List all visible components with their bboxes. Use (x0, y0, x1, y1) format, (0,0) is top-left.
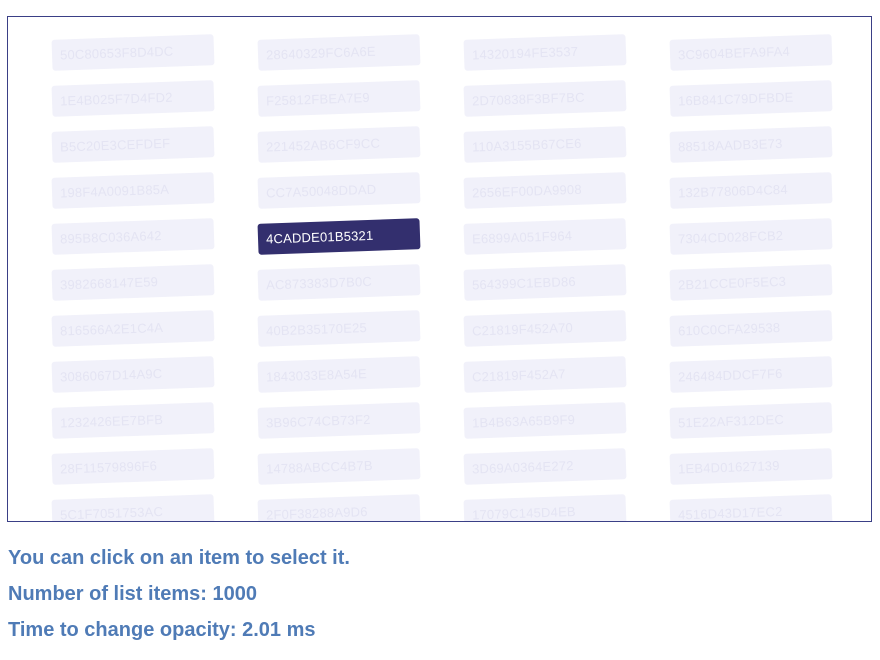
list-item[interactable]: 221452AB6CF9CC (257, 126, 421, 163)
list-item[interactable]: 3982668147E59 (51, 264, 215, 301)
list-item[interactable]: E6899A051F964 (463, 218, 627, 255)
list-item[interactable]: 14320194FE3537 (463, 34, 627, 71)
list-container[interactable]: 50C80653F8D4DC 28640329FC6A6E 14320194FE35… (7, 16, 872, 522)
list-item[interactable]: 14788ABCC4B7B (257, 448, 421, 485)
list-item[interactable]: 1843033E8A54E (257, 356, 421, 393)
list-item[interactable]: 1EB4D01627139 (669, 448, 833, 485)
list-item[interactable]: 3B96C74CB73F2 (257, 402, 421, 439)
item-count-text: Number of list items: 1000 (8, 583, 257, 605)
list-item[interactable]: 246484DDCF7F6 (669, 356, 833, 393)
instruction-text: You can click on an item to select it. (8, 547, 350, 569)
list-item[interactable]: 1232426EE7BFB (51, 402, 215, 439)
list-item[interactable]: F25812FBEA7E9 (257, 80, 421, 117)
list-item[interactable]: CC7A50048DDAD (257, 172, 421, 209)
list-item[interactable]: 51E22AF312DEC (669, 402, 833, 439)
list-item[interactable]: 28640329FC6A6E (257, 34, 421, 71)
list-item[interactable]: 5C1F7051753AC (51, 494, 215, 521)
list-item[interactable]: 3086067D14A9C (51, 356, 215, 393)
list-item[interactable]: 16B841C79DFBDE (669, 80, 833, 117)
list-item[interactable]: 1B4B63A65B9F9 (463, 402, 627, 439)
list-item[interactable]: 564399C1EBD86 (463, 264, 627, 301)
list-item[interactable]: 7304CD028FCB2 (669, 218, 833, 255)
info-panel: You can click on an item to select it. N… (8, 540, 350, 648)
list-item[interactable]: 895B8C036A642 (51, 218, 215, 255)
list-item[interactable]: 40B2B35170E25 (257, 310, 421, 347)
list-item[interactable]: 816566A2E1C4A (51, 310, 215, 347)
list-item[interactable]: B5C20E3CEFDEF (51, 126, 215, 163)
list-item[interactable]: 2B21CCE0F5EC3 (669, 264, 833, 301)
list-item[interactable]: 2656EF00DA9908 (463, 172, 627, 209)
list-item[interactable]: 610C0CFA29538 (669, 310, 833, 347)
list-item[interactable]: C21819F452A70 (463, 310, 627, 347)
list-item[interactable]: 3C9604BEFA9FA4 (669, 34, 833, 71)
timing-text: Time to change opacity: 2.01 ms (8, 619, 316, 641)
list-item[interactable]: 17079C145D4EB (463, 494, 627, 521)
list-item[interactable]: 1E4B025F7D4FD2 (51, 80, 215, 117)
list-item[interactable]: C21819F452A7 (463, 356, 627, 393)
list-item[interactable]: 28F11579896F6 (51, 448, 215, 485)
item-grid: 50C80653F8D4DC 28640329FC6A6E 14320194FE35… (51, 34, 833, 521)
list-item[interactable]: 110A3155B67CE6 (463, 126, 627, 163)
list-item[interactable]: 4516D43D17EC2 (669, 494, 833, 521)
list-item[interactable]: 88518AADB3E73 (669, 126, 833, 163)
list-item[interactable]: 3D69A0364E272 (463, 448, 627, 485)
list-item[interactable]: 50C80653F8D4DC (51, 34, 215, 71)
list-item-selected[interactable]: 4CADDE01B5321 (257, 218, 421, 255)
list-item[interactable]: AC873383D7B0C (257, 264, 421, 301)
list-item[interactable]: 132B77806D4C84 (669, 172, 833, 209)
list-item[interactable]: 2F0F38288A9D6 (257, 494, 421, 521)
list-item[interactable]: 198F4A0091B85A (51, 172, 215, 209)
list-item[interactable]: 2D70838F3BF7BC (463, 80, 627, 117)
